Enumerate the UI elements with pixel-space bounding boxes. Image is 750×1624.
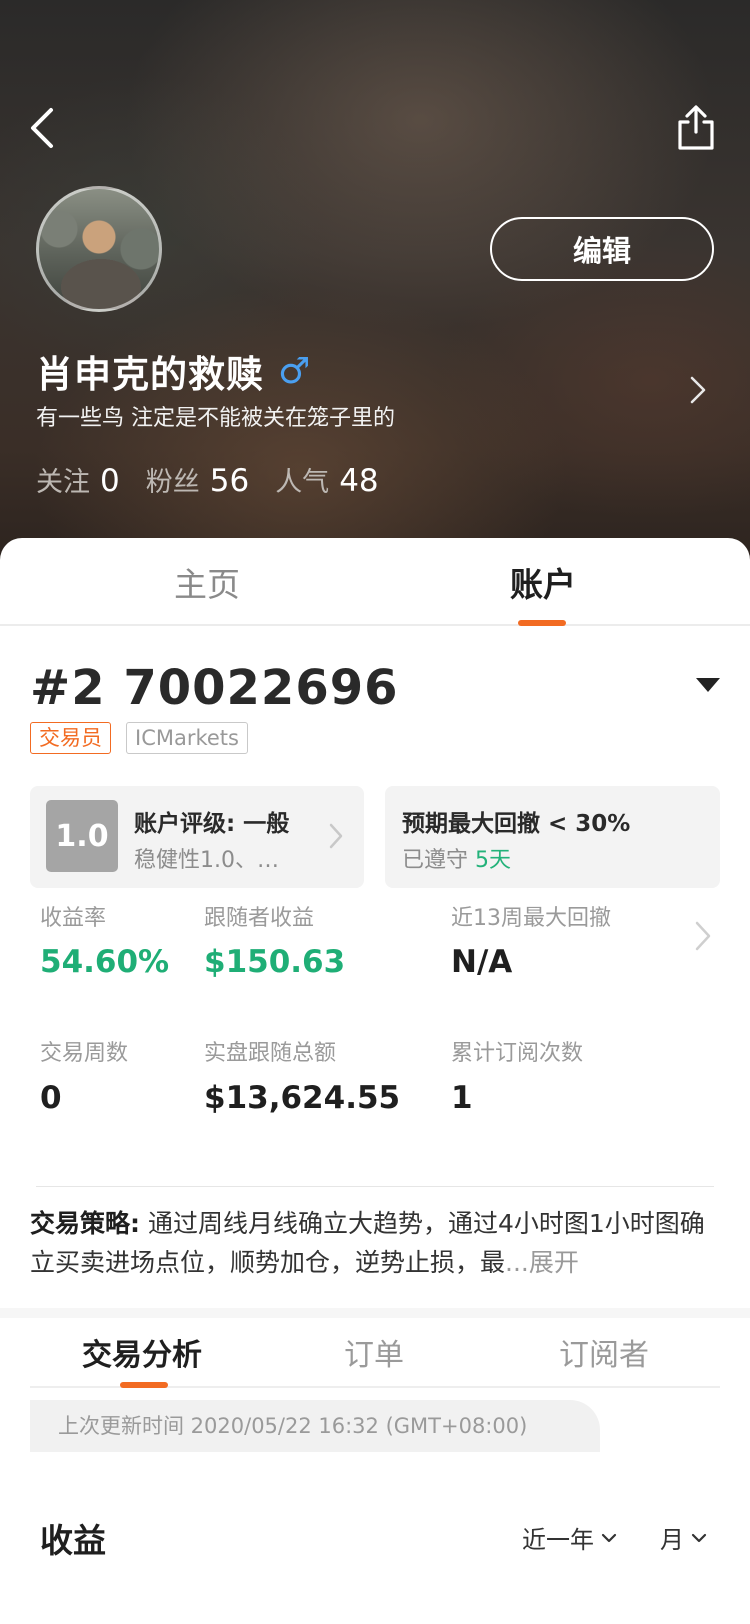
following-label[interactable]: 关注 <box>36 460 90 499</box>
earnings-title: 收益 <box>40 1521 106 1560</box>
rating-score: 1.0 <box>46 800 118 872</box>
chevron-left-icon <box>31 108 53 148</box>
strategy-label: 交易策略: <box>30 1209 140 1238</box>
male-gender-icon: ♂ <box>278 350 312 392</box>
username: 肖申克的救赎 ♂ <box>36 344 311 398</box>
share-icon[interactable] <box>672 104 720 152</box>
drawdown-subtitle: 已遵守 5天 <box>402 842 511 874</box>
drawdown-compliance-label: 已遵守 <box>402 848 469 873</box>
rating-title: 账户评级: 一般 <box>134 811 290 837</box>
granularity-filter[interactable]: 月 <box>660 1520 708 1555</box>
chevron-right-icon <box>329 823 343 849</box>
subscription-count-label: 累计订阅次数 <box>451 1041 584 1066</box>
active-tab-indicator <box>518 620 566 626</box>
max-drawdown-value: N/A <box>451 944 513 980</box>
total-follow-amount-value: $13,624.55 <box>204 1080 401 1116</box>
tab-home[interactable]: 主页 <box>174 558 240 606</box>
chevron-down-icon <box>691 1533 707 1542</box>
total-follow-amount-label: 实盘跟随总额 <box>204 1041 337 1066</box>
period-filter-label: 近一年 <box>522 1526 594 1554</box>
analysis-tabs: 交易分析 订单 订阅者 <box>30 1318 720 1388</box>
expand-strategy-link[interactable]: 展开 <box>529 1248 579 1277</box>
trading-weeks-label: 交易周数 <box>40 1041 129 1066</box>
main-tabs: 主页 账户 <box>0 538 750 626</box>
tab-trading-analysis[interactable]: 交易分析 <box>82 1330 202 1374</box>
trading-strategy: 交易策略: 通过周线月线确立大趋势，通过4小时图1小时图确立买卖进场点位，顺势加… <box>30 1204 720 1282</box>
chevron-down-icon <box>601 1533 617 1542</box>
profile-stats: 关注 0 粉丝 56 人气 48 <box>36 460 405 499</box>
tab-subscribers[interactable]: 订阅者 <box>559 1330 649 1374</box>
tab-account[interactable]: 账户 <box>510 558 576 606</box>
drawdown-card: 预期最大回撤 < 30% 已遵守 5天 <box>385 786 720 888</box>
profile-header: 编辑 肖申克的救赎 ♂ 有一些鸟 注定是不能被关在笼子里的 关注 0 粉丝 56… <box>0 0 750 560</box>
return-rate-value: 54.60% <box>40 944 170 980</box>
trader-tag: 交易员 <box>30 722 111 754</box>
subscription-count-value: 1 <box>451 1080 473 1116</box>
caret-down-icon[interactable] <box>694 676 722 694</box>
rating-subtitle: 稳健性1.0、… <box>134 848 279 873</box>
active-subtab-indicator <box>120 1382 168 1388</box>
fans-count[interactable]: 56 <box>210 463 249 499</box>
broker-tag: ICMarkets <box>126 722 248 754</box>
strategy-ellipsis: ... <box>505 1248 529 1277</box>
back-button[interactable] <box>22 104 62 152</box>
username-text: 肖申克的救赎 <box>36 353 264 396</box>
content-sheet: 主页 账户 #2 70022696 交易员 ICMarkets 1.0 账户评级… <box>0 538 750 1624</box>
last-update-time: 上次更新时间 2020/05/22 16:32 (GMT+08:00) <box>30 1400 600 1452</box>
avatar[interactable] <box>36 186 162 312</box>
section-separator <box>0 1308 750 1318</box>
account-rating-card[interactable]: 1.0 账户评级: 一般 稳健性1.0、… <box>30 786 364 888</box>
divider <box>36 1186 714 1187</box>
following-count[interactable]: 0 <box>100 463 120 499</box>
max-drawdown-label: 近13周最大回撤 <box>451 906 611 931</box>
fans-label[interactable]: 粉丝 <box>146 460 200 499</box>
return-rate-label: 收益率 <box>40 906 107 931</box>
chevron-right-icon[interactable] <box>692 918 714 954</box>
chevron-right-icon[interactable] <box>686 372 710 408</box>
drawdown-days: 5天 <box>475 848 512 873</box>
follower-profit-label: 跟随者收益 <box>204 906 315 931</box>
drawdown-title: 预期最大回撤 < 30% <box>402 811 631 837</box>
popularity-count: 48 <box>339 463 379 499</box>
popularity-label: 人气 <box>275 467 330 498</box>
profile-bio: 有一些鸟 注定是不能被关在笼子里的 <box>36 406 395 431</box>
account-number: #2 70022696 <box>30 660 399 716</box>
edit-profile-button[interactable]: 编辑 <box>490 217 714 281</box>
period-filter[interactable]: 近一年 <box>522 1520 618 1555</box>
tab-orders[interactable]: 订单 <box>344 1330 404 1374</box>
granularity-filter-label: 月 <box>660 1526 684 1554</box>
follower-profit-value: $150.63 <box>204 944 346 980</box>
trading-weeks-value: 0 <box>40 1080 62 1116</box>
